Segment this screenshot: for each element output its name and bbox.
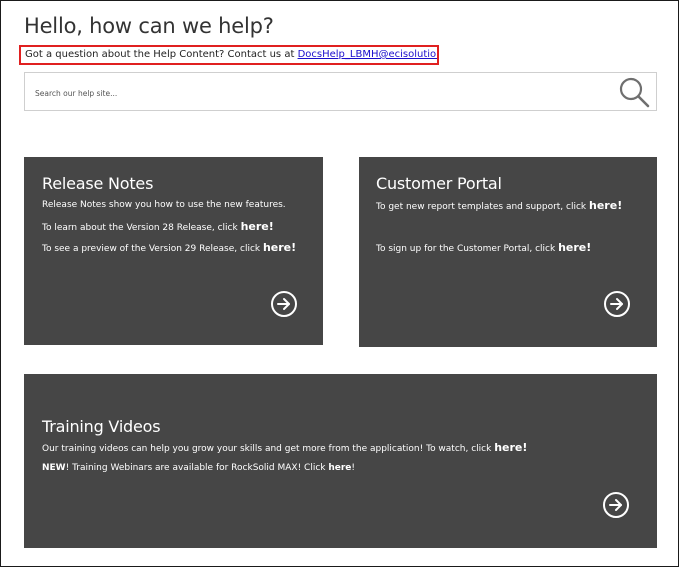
customer-portal-templates-link[interactable]: here! (589, 199, 622, 212)
contact-email-link[interactable]: DocsHelp_LBMH@ecisolutions.com (298, 49, 437, 60)
customer-portal-signup-text: To sign up for the Customer Portal, clic… (376, 244, 559, 254)
training-videos-card: Training Videos Our training videos can … (24, 374, 657, 548)
customer-portal-signup-line: To sign up for the Customer Portal, clic… (376, 241, 591, 254)
training-webinars-text: ! Training Webinars are available for Ro… (65, 463, 329, 473)
search-input[interactable] (33, 83, 597, 103)
release-notes-v29-text: To see a preview of the Version 29 Relea… (42, 244, 263, 254)
customer-portal-templates-text: To get new report templates and support,… (376, 202, 590, 212)
help-page: Hello, how can we help? Got a question a… (0, 0, 679, 567)
new-badge: NEW (42, 463, 66, 473)
release-notes-v28-line: To learn about the Version 28 Release, c… (42, 220, 274, 233)
arrow-right-circle-icon[interactable] (270, 290, 298, 318)
customer-portal-templates-line: To get new report templates and support,… (376, 199, 622, 212)
search-bar (24, 72, 657, 111)
contact-text: Got a question about the Help Content? C… (25, 49, 298, 60)
release-notes-v29-line: To see a preview of the Version 29 Relea… (42, 241, 296, 254)
training-videos-watch-text: Our training videos can help you grow yo… (42, 444, 495, 454)
page-title: Hello, how can we help? (24, 14, 274, 38)
search-icon[interactable] (617, 75, 651, 109)
training-videos-watch-link[interactable]: here! (494, 441, 527, 454)
training-webinars-end: ! (351, 463, 356, 473)
release-notes-card: Release Notes Release Notes show you how… (24, 157, 323, 345)
release-notes-v29-link[interactable]: here! (263, 241, 296, 254)
training-videos-watch-line: Our training videos can help you grow yo… (42, 441, 527, 454)
release-notes-title: Release Notes (42, 174, 154, 193)
customer-portal-card: Customer Portal To get new report templa… (359, 157, 657, 347)
arrow-right-circle-icon[interactable] (602, 491, 630, 519)
arrow-right-circle-icon[interactable] (603, 290, 631, 318)
training-webinars-line: NEW! Training Webinars are available for… (42, 463, 355, 473)
release-notes-v28-text: To learn about the Version 28 Release, c… (42, 223, 241, 233)
customer-portal-signup-link[interactable]: here! (558, 241, 591, 254)
training-webinars-link[interactable]: here (328, 463, 351, 473)
customer-portal-title: Customer Portal (376, 174, 502, 193)
training-videos-title: Training Videos (42, 417, 161, 436)
contact-banner: Got a question about the Help Content? C… (19, 45, 439, 65)
release-notes-description: Release Notes show you how to use the ne… (42, 200, 286, 210)
release-notes-v28-link[interactable]: here! (241, 220, 274, 233)
